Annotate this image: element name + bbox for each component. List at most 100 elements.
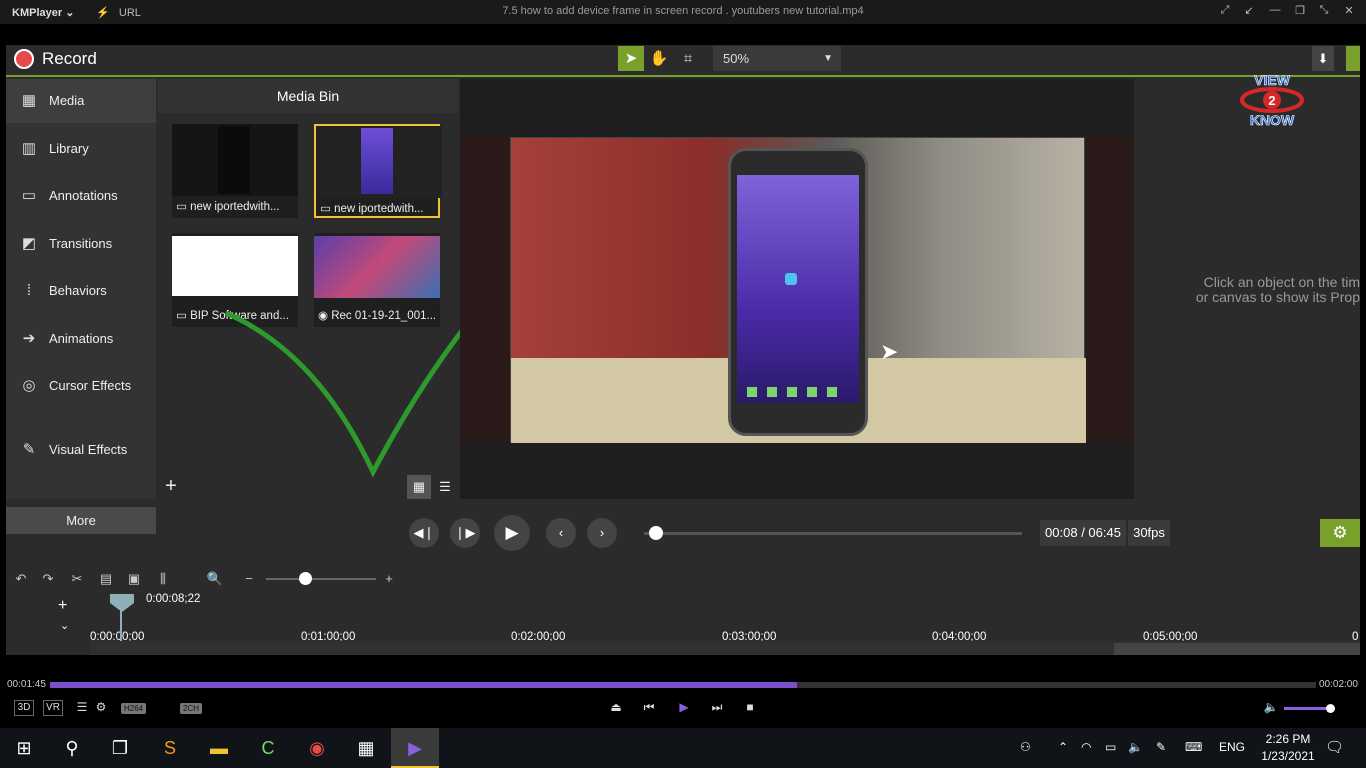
timeline-zoom-slider[interactable] xyxy=(266,578,376,580)
volume-icon[interactable]: 🔈 xyxy=(1263,700,1279,716)
add-media-button[interactable]: + xyxy=(158,475,184,499)
play-icon[interactable]: ▶ xyxy=(676,700,692,716)
time-display: 00:08 / 06:45 xyxy=(1040,520,1126,546)
sidebar-item-transitions[interactable]: ◩ Transitions xyxy=(6,222,156,266)
crop-tool-icon[interactable]: ⌗ xyxy=(675,46,701,71)
annotations-icon: ▭ xyxy=(21,187,37,204)
pen-icon[interactable]: ✎ xyxy=(1156,740,1166,754)
restore-icon[interactable]: ❐ xyxy=(1289,4,1311,20)
export-button[interactable] xyxy=(1346,46,1360,71)
more-button[interactable]: More xyxy=(6,507,156,534)
video-icon: ▭ xyxy=(176,201,191,213)
close-icon[interactable]: ✕ xyxy=(1338,4,1360,20)
step-forward-icon[interactable]: ❘▶ xyxy=(450,518,480,548)
scrub-bar[interactable] xyxy=(644,532,1022,535)
pin-icon[interactable]: ⤢ xyxy=(1214,4,1236,20)
file-explorer-icon[interactable]: ▬ xyxy=(195,728,243,768)
play-button[interactable]: ▶ xyxy=(494,515,530,551)
3d-button[interactable]: 3D xyxy=(14,700,34,716)
previous-clip-icon[interactable]: ‹ xyxy=(546,518,576,548)
zoom-value: 50% xyxy=(723,51,750,66)
video-icon: ▭ xyxy=(176,310,191,322)
people-icon[interactable]: ⚇ xyxy=(1020,740,1031,754)
kmplayer-icon[interactable]: ▶ xyxy=(391,728,439,768)
keyboard-icon[interactable]: ⌨ xyxy=(1185,740,1202,754)
add-track-icon[interactable]: + xyxy=(58,597,67,615)
copy-icon[interactable]: ▤ xyxy=(97,571,115,589)
sidebar-item-library[interactable]: ▥ Library xyxy=(6,127,156,171)
calculator-icon[interactable]: ▦ xyxy=(342,728,390,768)
sidebar-item-media[interactable]: ▦ Media xyxy=(6,79,156,123)
speaker-icon[interactable]: 🔈 xyxy=(1128,740,1143,754)
sidebar-item-annotations[interactable]: ▭ Annotations xyxy=(6,174,156,218)
sidebar-item-label: Annotations xyxy=(49,188,118,203)
grid-view-icon[interactable]: ▦ xyxy=(407,475,431,499)
sidebar-item-visual-effects[interactable]: ✎ Visual Effects xyxy=(6,428,156,472)
preview-canvas[interactable]: ➤ xyxy=(460,79,1134,499)
gear-icon[interactable]: ⚙ xyxy=(1320,519,1360,547)
previous-icon[interactable]: ⏮ xyxy=(641,700,657,716)
media-thumbnail xyxy=(172,124,298,196)
stop-icon[interactable]: ■ xyxy=(742,700,758,716)
volume-handle[interactable] xyxy=(1326,704,1335,713)
battery-icon[interactable]: ▭ xyxy=(1105,740,1116,754)
fullscreen-icon[interactable]: ⤡ xyxy=(1313,4,1335,20)
volume-fill xyxy=(1284,707,1330,710)
previous-frame-icon[interactable]: ◀❘ xyxy=(409,518,439,548)
cut-icon[interactable]: ✂ xyxy=(68,571,86,589)
download-icon[interactable]: ⬇ xyxy=(1312,46,1334,71)
zoom-out-icon[interactable]: − xyxy=(240,571,258,589)
svg-text:KNOW: KNOW xyxy=(1250,112,1295,128)
network-icon[interactable]: ◠ xyxy=(1081,740,1091,754)
select-tool-icon[interactable]: ➤ xyxy=(618,46,644,71)
dock-icons xyxy=(747,387,847,397)
record-button[interactable]: Record xyxy=(42,49,97,69)
camtasia-icon[interactable]: C xyxy=(244,728,292,768)
eject-icon[interactable]: ⏏ xyxy=(608,700,624,716)
windows-start-icon[interactable]: ⊞ xyxy=(0,728,48,768)
search-icon[interactable]: 🔍 xyxy=(206,571,224,589)
chrome-icon[interactable]: ◉ xyxy=(293,728,341,768)
timeline-zoom-handle[interactable] xyxy=(299,572,312,585)
search-icon[interactable]: ⚲ xyxy=(48,728,96,768)
animations-icon: ➔ xyxy=(22,330,36,347)
playlist-icon[interactable]: ☰ xyxy=(76,700,88,716)
scrub-handle[interactable] xyxy=(649,526,663,540)
list-view-icon[interactable]: ☰ xyxy=(433,475,457,499)
split-icon[interactable]: ⫼ xyxy=(154,571,172,589)
zoom-dropdown[interactable]: 50% ▼ xyxy=(713,46,841,71)
properties-hint-line2: or canvas to show its Prop xyxy=(1195,289,1360,305)
paste-icon[interactable]: ▣ xyxy=(125,571,143,589)
next-icon[interactable]: ⏭ xyxy=(709,700,725,716)
sublime-text-icon[interactable]: S xyxy=(146,728,194,768)
timeline-clip[interactable] xyxy=(1114,643,1360,655)
minimize-icon[interactable]: — xyxy=(1264,4,1286,20)
shrink-icon[interactable]: ↙ xyxy=(1238,4,1260,20)
chevron-down-icon[interactable]: ⌄ xyxy=(60,619,69,632)
next-clip-icon[interactable]: › xyxy=(587,518,617,548)
sidebar-item-animations[interactable]: ➔ Animations xyxy=(6,317,156,361)
redo-icon[interactable]: ↷ xyxy=(39,571,57,589)
task-view-icon[interactable]: ❐ xyxy=(96,728,144,768)
media-bin: Media Bin ▭ new iportedwith... ▭ new ipo… xyxy=(158,79,606,499)
kmplayer-total: 00:02:00 xyxy=(1319,679,1358,690)
playhead-time: 0:00:08;22 xyxy=(146,593,201,605)
sidebar-item-label: Behaviors xyxy=(49,283,107,298)
clock[interactable]: 2:26 PM 1/23/2021 xyxy=(1258,731,1318,765)
sidebar-item-cursor-effects[interactable]: ◎ Cursor Effects xyxy=(6,364,156,408)
properties-hint-line1: Click an object on the tim xyxy=(1203,275,1360,290)
sidebar-item-behaviors[interactable]: ⁞ Behaviors xyxy=(6,269,156,313)
toolbar: Record ➤ ✋ ⌗ 50% ▼ ⬇ xyxy=(6,45,1360,77)
pan-tool-icon[interactable]: ✋ xyxy=(646,46,672,71)
vr-button[interactable]: VR xyxy=(43,700,63,716)
record-icon[interactable] xyxy=(14,49,34,69)
notifications-icon[interactable]: 🗨 xyxy=(1325,738,1344,756)
chevron-down-icon: ▼ xyxy=(823,53,833,64)
undo-icon[interactable]: ↶ xyxy=(12,571,30,589)
svg-text:2: 2 xyxy=(1268,93,1275,108)
settings-icon[interactable]: ⚙ xyxy=(95,700,107,716)
zoom-in-icon[interactable]: + xyxy=(380,571,398,589)
language-indicator[interactable]: ENG xyxy=(1219,740,1245,754)
show-hidden-icons-icon[interactable]: ⌃ xyxy=(1058,740,1068,754)
timeline-ruler[interactable]: 0:00:00;00 0:01:00;00 0:02:00;00 0:03:00… xyxy=(90,595,1360,643)
